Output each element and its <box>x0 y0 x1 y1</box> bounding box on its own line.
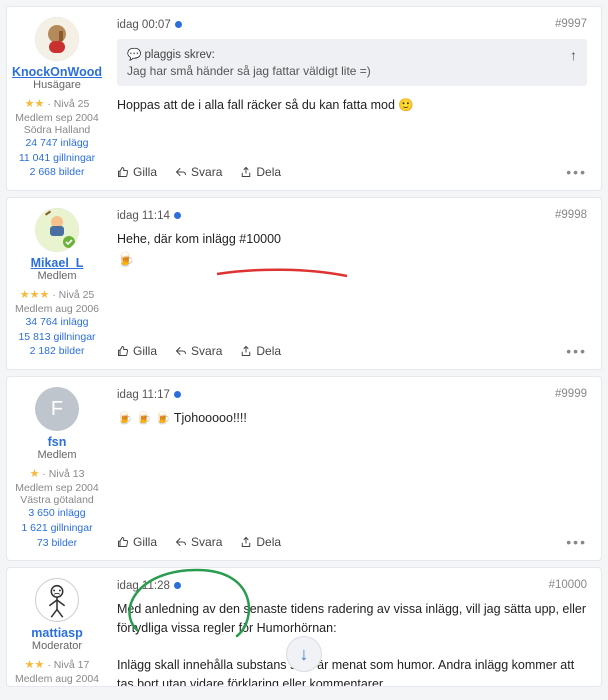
online-dot-icon <box>174 582 181 589</box>
more-button[interactable]: ••• <box>566 164 587 180</box>
user-stars: ★ <box>30 468 40 480</box>
stat-images[interactable]: 2 668 bilder <box>11 165 103 180</box>
share-button[interactable]: Dela <box>240 165 281 179</box>
post-time[interactable]: idag 11:17 <box>117 389 170 401</box>
share-button[interactable]: Dela <box>240 535 281 549</box>
online-dot-icon <box>175 21 182 28</box>
avatar[interactable] <box>35 17 79 61</box>
post-number[interactable]: #10000 <box>549 579 587 591</box>
user-title: Medlem <box>11 449 103 461</box>
post-actions: Gilla Svara Dela ••• <box>117 333 587 369</box>
member-since: Medlem sep 2004 <box>11 112 103 124</box>
member-since: Medlem aug 2006 <box>11 303 103 315</box>
like-button[interactable]: Gilla <box>117 165 157 179</box>
user-sidebar: KnockOnWood Husägare ★★ · Nivå 25 Medlem… <box>7 7 107 190</box>
post-main: idag 11:28 #10000 Med anledning av den s… <box>107 568 601 686</box>
like-button[interactable]: Gilla <box>117 535 157 549</box>
reply-button[interactable]: Svara <box>175 165 222 179</box>
post-number[interactable]: #9998 <box>555 209 587 221</box>
user-sidebar: mattiasp Moderator ★★ · Nivå 17 Medlem a… <box>7 568 107 686</box>
online-dot-icon <box>174 212 181 219</box>
post: KnockOnWood Husägare ★★ · Nivå 25 Medlem… <box>6 6 602 191</box>
user-stars: ★★ <box>25 98 45 110</box>
user-title: Medlem <box>11 270 103 282</box>
arrow-up-icon[interactable]: ↑ <box>570 47 577 63</box>
stat-images[interactable]: 73 bilder <box>11 536 103 551</box>
more-button[interactable]: ••• <box>566 343 587 359</box>
stat-likes[interactable]: 15 813 gillningar <box>11 330 103 345</box>
post-number[interactable]: #9997 <box>555 18 587 30</box>
quote-icon: 💬 <box>127 49 141 61</box>
share-button[interactable]: Dela <box>240 344 281 358</box>
reply-button[interactable]: Svara <box>175 344 222 358</box>
stat-images[interactable]: 2 182 bilder <box>11 344 103 359</box>
post-time[interactable]: idag 11:14 <box>117 210 170 222</box>
post: F fsn Medlem ★ · Nivå 13 Medlem sep 2004… <box>6 376 602 561</box>
scroll-down-button[interactable]: ↓ <box>286 636 322 672</box>
like-button[interactable]: Gilla <box>117 344 157 358</box>
user-level: · Nivå 13 <box>42 468 84 480</box>
username-link[interactable]: fsn <box>11 435 103 449</box>
post-body: Hoppas att de i alla fall räcker så du k… <box>117 96 587 138</box>
username-link[interactable]: Mikael_L <box>11 256 103 270</box>
user-stars: ★★★ <box>20 289 50 301</box>
avatar[interactable]: F <box>35 387 79 431</box>
reply-button[interactable]: Svara <box>175 535 222 549</box>
user-location: Södra Halland <box>11 124 103 136</box>
post-main: idag 00:07 #9997 💬 plaggis skrev: Jag ha… <box>107 7 601 190</box>
post-main: idag 11:17 #9999 🍺 🍺 🍺 Tjohooooo!!!! Gil… <box>107 377 601 560</box>
arrow-down-icon: ↓ <box>300 644 309 665</box>
quote-block: 💬 plaggis skrev: Jag har små händer så j… <box>117 39 587 86</box>
post-time[interactable]: idag 00:07 <box>117 19 171 31</box>
user-level: · Nivå 17 <box>47 659 89 671</box>
user-sidebar: Mikael_L Medlem ★★★ · Nivå 25 Medlem aug… <box>7 198 107 369</box>
post-number[interactable]: #9999 <box>555 388 587 400</box>
user-title: Husägare <box>11 79 103 91</box>
post: Mikael_L Medlem ★★★ · Nivå 25 Medlem aug… <box>6 197 602 370</box>
online-dot-icon <box>174 391 181 398</box>
stat-posts[interactable]: 3 650 inlägg <box>11 506 103 521</box>
user-level: · Nivå 25 <box>52 289 94 301</box>
post-body: Med anledning av den senaste tidens rade… <box>117 600 587 687</box>
quote-body: Jag har små händer så jag fattar väldigt… <box>127 64 577 78</box>
stat-likes[interactable]: 1 621 gillningar <box>11 521 103 536</box>
post-body: Hehe, där kom inlägg #10000 🍺 <box>117 230 587 317</box>
username-link[interactable]: mattiasp <box>11 626 103 640</box>
more-button[interactable]: ••• <box>566 534 587 550</box>
post-body: 🍺 🍺 🍺 Tjohooooo!!!! <box>117 409 587 508</box>
username-link[interactable]: KnockOnWood <box>11 65 103 79</box>
user-title: Moderator <box>11 640 103 652</box>
user-level: · Nivå 25 <box>47 98 89 110</box>
avatar[interactable] <box>35 578 79 622</box>
post-main: idag 11:14 #9998 Hehe, där kom inlägg #1… <box>107 198 601 369</box>
avatar[interactable] <box>35 208 79 252</box>
member-since: Medlem aug 2004 <box>11 673 103 685</box>
quote-author: plaggis skrev: <box>145 49 215 61</box>
member-since: Medlem sep 2004 <box>11 482 103 494</box>
stat-posts[interactable]: 34 764 inlägg <box>11 315 103 330</box>
post-actions: Gilla Svara Dela ••• <box>117 154 587 190</box>
user-location: Västra götaland <box>11 494 103 506</box>
post-actions: Gilla Svara Dela ••• <box>117 524 587 560</box>
post-time[interactable]: idag 11:28 <box>117 580 170 592</box>
stat-posts[interactable]: 24 747 inlägg <box>11 136 103 151</box>
user-stars: ★★ <box>25 659 45 671</box>
stat-likes[interactable]: 11 041 gillningar <box>11 151 103 166</box>
user-sidebar: F fsn Medlem ★ · Nivå 13 Medlem sep 2004… <box>7 377 107 560</box>
